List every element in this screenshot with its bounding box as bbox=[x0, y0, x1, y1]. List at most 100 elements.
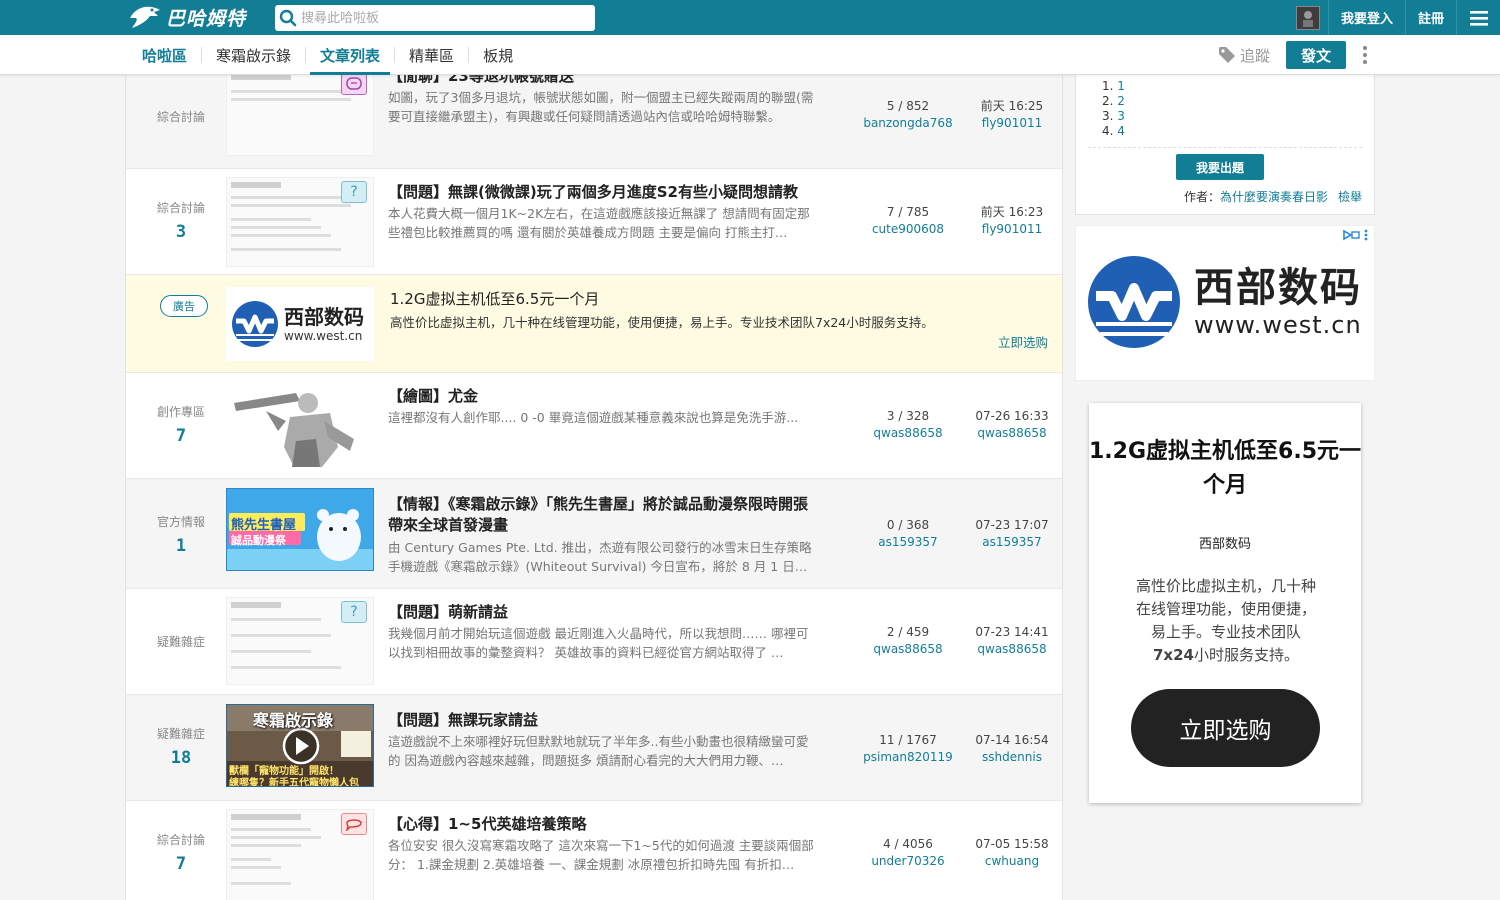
quiz-author-link[interactable]: 為什麼要演奏春日影 bbox=[1220, 190, 1328, 204]
search-box[interactable] bbox=[275, 5, 595, 31]
article-row[interactable]: 創作專區 7 【繪圖】尤金 這裡都沒有人創作耶.... 0 -0 畢竟這個遊戲某… bbox=[126, 373, 1062, 479]
article-row[interactable]: 疑難雜症 18 寒霜啟示錄 獸欄「寵物功能」開啟！ 練哪隻？新手五代寵物懶人包 … bbox=[126, 695, 1062, 801]
ad-card-buy-button[interactable]: 立即选购 bbox=[1131, 689, 1320, 767]
category-count: 1 bbox=[175, 536, 187, 556]
create-quiz-button[interactable]: 我要出題 bbox=[1176, 154, 1264, 180]
last-reply-user[interactable]: qwas88658 bbox=[962, 641, 1062, 658]
last-reply-time[interactable]: 前天 16:25 bbox=[981, 99, 1043, 113]
ad-logo[interactable]: 西部数码 www.west.cn bbox=[226, 287, 374, 361]
ad-choices-icon[interactable] bbox=[1342, 229, 1368, 241]
article-title[interactable]: 【問題】無課(微微課)玩了兩個多月進度S2有些小疑問想請教 bbox=[388, 182, 828, 203]
tab-hala[interactable]: 哈啦區 bbox=[128, 35, 201, 75]
category-label: 創作專區 bbox=[156, 405, 205, 419]
last-reply-user[interactable]: fly901011 bbox=[962, 115, 1062, 132]
article-row[interactable]: 綜合討論 7 【心得】1~5代英雄培養策略 各位安安 很久沒寫寒霜攻略了 這次來… bbox=[126, 801, 1062, 900]
row-category[interactable]: 疑難雜症 18 bbox=[126, 725, 236, 768]
author-link[interactable]: banzongda768 bbox=[848, 115, 968, 132]
article-title[interactable]: 【情報】《寒霜啟示錄》「熊先生書屋」將於誠品動漫祭限時開張 帶來全球首發漫畫 bbox=[388, 494, 828, 536]
list-item[interactable]: 4. 4 bbox=[1102, 124, 1125, 139]
last-reply-time[interactable]: 07-26 16:33 bbox=[975, 409, 1048, 423]
article-title[interactable]: 【心得】1~5代英雄培養策略 bbox=[388, 814, 828, 835]
article-thumbnail[interactable] bbox=[226, 381, 374, 467]
author-link[interactable]: under70326 bbox=[848, 853, 968, 870]
speech-bubble-icon bbox=[341, 813, 367, 835]
article-excerpt[interactable]: 我幾個月前才開始玩這個遊戲 最近剛進入火晶時代，所以我想問…… 哪裡可以找到相冊… bbox=[388, 624, 820, 662]
reply-stats: 7 / 785 cute900608 bbox=[848, 204, 968, 238]
article-row[interactable]: 疑難雜症 ? 【問題】萌新請益 我幾個月前才開始玩這個遊戲 最近剛進入火晶時代，… bbox=[126, 589, 1062, 695]
tab-article-list[interactable]: 文章列表 bbox=[306, 35, 394, 75]
tab-rules[interactable]: 板規 bbox=[469, 35, 527, 75]
ad-card-title[interactable]: 1.2G虚拟主机低至6.5元一个月 bbox=[1089, 435, 1361, 503]
more-options-icon[interactable] bbox=[1360, 46, 1370, 64]
last-reply: 07-14 16:54 sshdennis bbox=[962, 732, 1062, 766]
last-reply-time[interactable]: 07-05 15:58 bbox=[975, 837, 1048, 851]
last-reply-time[interactable]: 07-23 14:41 bbox=[975, 625, 1048, 639]
report-link[interactable]: 檢舉 bbox=[1338, 190, 1362, 204]
author-link[interactable]: cute900608 bbox=[848, 221, 968, 238]
sidebar-ad-card[interactable]: 1.2G虚拟主机低至6.5元一个月 西部数码 高性价比虚拟主机，几十种在线管理功… bbox=[1089, 403, 1361, 803]
last-reply-user[interactable]: sshdennis bbox=[962, 749, 1062, 766]
user-avatar-icon[interactable] bbox=[1295, 5, 1320, 30]
article-excerpt[interactable]: 本人花費大概一個月1K~2K左右，在這遊戲應該接近無課了 想請問有固定那些禮包比… bbox=[388, 204, 820, 242]
last-reply-user[interactable]: as159357 bbox=[962, 534, 1062, 551]
article-title[interactable]: 【問題】無課玩家請益 bbox=[388, 710, 828, 731]
author-link[interactable]: psiman820119 bbox=[848, 749, 968, 766]
article-excerpt[interactable]: 如圖，玩了3個多月退坑，帳號狀態如圖，附一個盟主已經失蹤兩周的聯盟(需要可直接繼… bbox=[388, 88, 820, 126]
ad-title[interactable]: 1.2G虚拟主机低至6.5元一个月 bbox=[390, 288, 599, 309]
list-item[interactable]: 3. 3 bbox=[1102, 109, 1125, 124]
article-title[interactable]: 【問題】萌新請益 bbox=[388, 602, 828, 623]
article-thumbnail[interactable]: ? bbox=[226, 597, 374, 685]
row-category[interactable]: 綜合討論 bbox=[126, 108, 236, 125]
tab-board-name[interactable]: 寒霜啟示錄 bbox=[202, 35, 305, 75]
quiz-author-line: 作者：為什麼要演奏春日影 檢舉 bbox=[1184, 188, 1362, 205]
register-link[interactable]: 註冊 bbox=[1404, 0, 1456, 35]
login-link[interactable]: 我要登入 bbox=[1327, 0, 1405, 35]
article-row[interactable]: 綜合討論 【閒聊】23等退坑帳號贈送 如圖，玩了3個多月退坑，帳號狀態如圖，附一… bbox=[126, 75, 1062, 169]
article-thumbnail[interactable]: ? bbox=[226, 177, 374, 267]
article-thumbnail[interactable]: 寒霜啟示錄 獸欄「寵物功能」開啟！ 練哪隻？新手五代寵物懶人包 bbox=[226, 704, 374, 787]
article-row[interactable]: 官方情報 1 熊先生書屋 誠品動漫祭 【情報】《寒霜啟示錄》「熊先生書屋」將於誠… bbox=[126, 479, 1062, 589]
author-link[interactable]: qwas88658 bbox=[848, 641, 968, 658]
last-reply-user[interactable]: fly901011 bbox=[962, 221, 1062, 238]
article-excerpt[interactable]: 這遊戲說不上來哪裡好玩但默默地就玩了半年多..有些小動畫也很精緻蠻可愛的 因為遊… bbox=[388, 732, 820, 770]
row-category[interactable]: 綜合討論 7 bbox=[126, 831, 236, 874]
tag-icon bbox=[1218, 47, 1235, 63]
category-count: 7 bbox=[175, 426, 187, 446]
article-row[interactable]: 綜合討論 3 ? 【問題】無課(微微課)玩了兩個多月進度S2有些小疑問想請教 本… bbox=[126, 169, 1062, 275]
west-cn-logo-icon bbox=[232, 301, 278, 347]
last-reply-user[interactable]: qwas88658 bbox=[962, 425, 1062, 442]
author-link[interactable]: as159357 bbox=[848, 534, 968, 551]
post-button[interactable]: 發文 bbox=[1286, 41, 1346, 69]
article-excerpt[interactable]: 這裡都沒有人創作耶.... 0 -0 畢竟這個遊戲某種意義來說也算是免洗手游..… bbox=[388, 408, 820, 427]
search-input[interactable] bbox=[301, 10, 581, 26]
author-link[interactable]: qwas88658 bbox=[848, 425, 968, 442]
follow-button[interactable]: 追蹤 bbox=[1218, 45, 1270, 66]
article-thumbnail[interactable] bbox=[226, 75, 374, 156]
last-reply-time[interactable]: 07-14 16:54 bbox=[975, 733, 1048, 747]
west-cn-big-logo: 西部数码 www.west.cn bbox=[1084, 252, 1362, 352]
search-icon[interactable] bbox=[275, 5, 301, 31]
ad-text[interactable]: 高性价比虚拟主机，几十种在线管理功能，使用便捷，易上手。专业技术团队7x24小时… bbox=[390, 312, 934, 331]
row-category[interactable]: 綜合討論 3 bbox=[126, 199, 236, 242]
last-reply-user[interactable]: cwhuang bbox=[962, 853, 1062, 870]
ad-row[interactable]: 廣告 西部数码 www.west.cn 1.2G虚拟主机低至6.5元一个月 高性… bbox=[126, 275, 1062, 373]
row-category[interactable]: 創作專區 7 bbox=[126, 403, 236, 446]
article-thumbnail[interactable] bbox=[226, 809, 374, 900]
tab-featured[interactable]: 精華區 bbox=[395, 35, 468, 75]
list-item[interactable]: 1. 1 bbox=[1102, 79, 1125, 94]
row-category[interactable]: 官方情報 1 bbox=[126, 513, 236, 556]
site-logo[interactable]: 巴哈姆特 bbox=[128, 2, 246, 32]
article-excerpt[interactable]: 各位安安 很久沒寫寒霜攻略了 這次來寫一下1~5代的如何過渡 主要談兩個部分： … bbox=[388, 836, 820, 874]
sidebar-ad-banner[interactable]: 西部数码 www.west.cn bbox=[1075, 225, 1375, 381]
row-category[interactable]: 疑難雜症 bbox=[126, 633, 236, 650]
list-item[interactable]: 2. 2 bbox=[1102, 94, 1125, 109]
banner-title: 熊先生書屋 bbox=[231, 518, 297, 533]
article-title[interactable]: 【閒聊】23等退坑帳號贈送 bbox=[388, 75, 828, 87]
last-reply-time[interactable]: 前天 16:23 bbox=[981, 205, 1043, 219]
ad-buy-link[interactable]: 立即选购 bbox=[998, 332, 1048, 351]
hamburger-menu-icon[interactable] bbox=[1456, 0, 1500, 35]
article-excerpt[interactable]: 由 Century Games Pte. Ltd. 推出，杰遊有限公司發行的冰雪… bbox=[388, 538, 820, 576]
last-reply-time[interactable]: 07-23 17:07 bbox=[975, 518, 1048, 532]
article-thumbnail[interactable]: 熊先生書屋 誠品動漫祭 bbox=[226, 488, 374, 571]
article-title[interactable]: 【繪圖】尤金 bbox=[388, 386, 828, 407]
